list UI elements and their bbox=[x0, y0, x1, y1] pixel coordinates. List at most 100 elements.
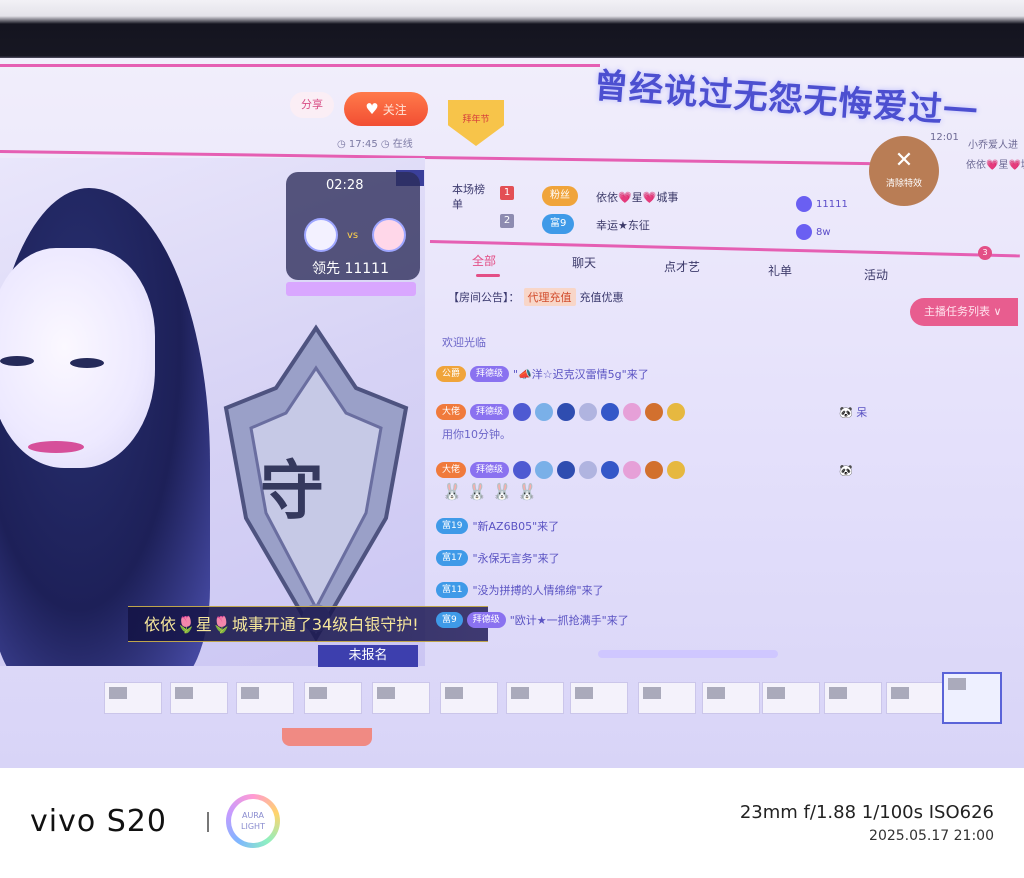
pet-icon bbox=[623, 461, 642, 479]
chat-scroll-indicator[interactable] bbox=[598, 650, 778, 658]
window-thumbnail[interactable] bbox=[372, 682, 430, 714]
corner-time: 12:01 bbox=[930, 132, 959, 143]
notice-chip[interactable]: 代理充值 bbox=[523, 288, 576, 306]
heart-icon: ♥ bbox=[365, 100, 379, 118]
window-thumbnail[interactable] bbox=[762, 682, 820, 714]
rabbit-icons: 🐰 🐰 🐰 🐰 bbox=[442, 482, 537, 501]
crown-icon bbox=[535, 403, 554, 421]
window-thumbnail-active[interactable] bbox=[942, 672, 1002, 724]
tab-all[interactable]: 全部 bbox=[472, 252, 496, 269]
monitor-bezel bbox=[0, 0, 1024, 62]
fan-badge: 拜德级 bbox=[470, 404, 510, 420]
active-tab-indicator bbox=[476, 274, 500, 277]
level-badge: 大佬 bbox=[436, 404, 467, 420]
chat-system-line: 欢迎光临 bbox=[442, 336, 486, 349]
window-thumbnail[interactable] bbox=[570, 682, 628, 714]
fan-badge: 拜德级 bbox=[470, 462, 510, 478]
window-thumbnail[interactable] bbox=[824, 682, 882, 714]
photo-datetime: 2025.05.17 21:00 bbox=[869, 828, 994, 844]
gift-icon bbox=[667, 403, 686, 421]
window-thumbnail[interactable] bbox=[304, 682, 362, 714]
fan-badge: 拜德级 bbox=[470, 366, 510, 382]
window-thumbnail[interactable] bbox=[440, 682, 498, 714]
guard-toast: 依依🌷星🌷城事开通了34级白银守护! bbox=[128, 606, 488, 642]
aura-line-1: AURA bbox=[241, 811, 265, 820]
follow-label: 关注 bbox=[382, 102, 407, 117]
medal-icon bbox=[513, 403, 532, 421]
camera-brand: vivo S20 bbox=[30, 804, 167, 839]
star-icon bbox=[601, 461, 620, 479]
pk-avatar-right bbox=[372, 218, 406, 252]
rank-score: 11111 bbox=[816, 199, 848, 210]
brand-separator bbox=[207, 812, 209, 832]
chat-text: "新AZ6B05"来了 bbox=[472, 520, 560, 533]
gift-icon bbox=[796, 224, 812, 240]
level-badge: 富11 bbox=[436, 582, 469, 598]
chat-enter-message: 富9 拜德级 "欧计★一抓抢满手"来了 bbox=[436, 610, 629, 630]
chat-message: 大佬 拜德级 🐼 呆 bbox=[436, 402, 867, 422]
compass-icon bbox=[557, 403, 576, 421]
stream-stats: ◷ 17:45 ◷ 在线 bbox=[337, 139, 413, 150]
crown-icon bbox=[535, 461, 554, 479]
pk-battle-panel[interactable]: 02:28 vs 领先 11111 bbox=[286, 172, 420, 280]
rank-title: 本场榜单 bbox=[452, 183, 485, 211]
camera-watermark-bar: vivo S20 AURA LIGHT 23mm f/1.88 1/100s I… bbox=[0, 768, 1024, 878]
chat-text: "📣洋☆迟克汉雷情5g"来了 bbox=[513, 368, 649, 381]
window-thumbnail[interactable] bbox=[104, 682, 162, 714]
star-icon bbox=[601, 403, 620, 421]
signup-button[interactable]: 未报名 bbox=[318, 645, 418, 667]
notice-text: 充值优惠 bbox=[579, 291, 624, 304]
chat-feed[interactable]: 欢迎光临 公爵 拜德级 "📣洋☆迟克汉雷情5g"来了 大佬 拜德级 🐼 呆 用你… bbox=[436, 318, 996, 658]
window-thumbnail[interactable] bbox=[506, 682, 564, 714]
follow-button[interactable]: ♥ 关注 bbox=[344, 92, 428, 126]
level-badge: 富17 bbox=[436, 550, 469, 566]
sun-icon bbox=[645, 461, 664, 479]
streamer-lips bbox=[28, 441, 84, 453]
share-button[interactable]: 分享 bbox=[290, 92, 334, 118]
pet-icon bbox=[623, 403, 642, 421]
tab-gift-list[interactable]: 礼单 bbox=[768, 262, 792, 279]
chat-message: 大佬 拜德级 🐼 bbox=[436, 460, 853, 480]
window-thumbnail[interactable] bbox=[702, 682, 760, 714]
tab-badge-count: 3 bbox=[978, 246, 992, 260]
fan-badge: 拜德级 bbox=[466, 612, 506, 628]
spiral-icon bbox=[579, 461, 598, 479]
rank-level-chip: 富9 bbox=[542, 214, 575, 234]
notice-label: 【房间公告】： bbox=[448, 291, 520, 304]
aura-line-2: LIGHT bbox=[241, 822, 265, 831]
chat-enter-message: 富19 "新AZ6B05"来了 bbox=[436, 516, 559, 536]
bottom-tab[interactable] bbox=[282, 728, 372, 746]
exif-info: 23mm f/1.88 1/100s ISO626 bbox=[739, 802, 994, 823]
guard-emblem: 守 bbox=[260, 455, 324, 529]
pk-progress-bar bbox=[286, 282, 416, 296]
chat-enter-message: 富17 "永保无言务"来了 bbox=[436, 548, 560, 568]
top-divider bbox=[0, 64, 600, 67]
gift-icon bbox=[667, 461, 686, 479]
window-thumbnail[interactable] bbox=[638, 682, 696, 714]
level-badge: 富19 bbox=[436, 518, 469, 534]
aura-light-logo: AURA LIGHT bbox=[226, 794, 280, 848]
streamer-eye bbox=[70, 358, 104, 368]
rank-number: 2 bbox=[500, 214, 514, 228]
tab-activity[interactable]: 活动 bbox=[864, 266, 888, 283]
window-thumbnail[interactable] bbox=[886, 682, 944, 714]
tab-chat[interactable]: 聊天 bbox=[572, 254, 596, 271]
aura-light-text: AURA LIGHT bbox=[231, 799, 275, 843]
rank-user-name[interactable]: 幸运★东征 bbox=[596, 217, 650, 233]
rank-user-name[interactable]: 依依💗星💗城事 bbox=[596, 189, 678, 205]
pk-avatar-left bbox=[304, 218, 338, 252]
pk-vs-label: vs bbox=[347, 230, 359, 241]
pk-timer: 02:28 bbox=[326, 178, 364, 193]
chat-message: 公爵 拜德级 "📣洋☆迟克汉雷情5g"来了 bbox=[436, 364, 649, 384]
level-badge: 富9 bbox=[436, 612, 463, 628]
tab-talent[interactable]: 点才艺 bbox=[664, 258, 700, 275]
rank-panel: 本场榜单 1 粉丝 依依💗星💗城事 11111 2 富9 幸运★东征 8w bbox=[432, 168, 1012, 240]
streamer-eye bbox=[0, 356, 34, 366]
rank-number: 1 bbox=[500, 186, 514, 200]
level-badge: 公爵 bbox=[436, 366, 467, 382]
window-thumbnail[interactable] bbox=[170, 682, 228, 714]
window-thumbnail[interactable] bbox=[236, 682, 294, 714]
chat-text: "永保无言务"来了 bbox=[472, 552, 560, 565]
room-notice: 【房间公告】： 代理充值 充值优惠 bbox=[448, 288, 624, 306]
gift-icon bbox=[796, 196, 812, 212]
